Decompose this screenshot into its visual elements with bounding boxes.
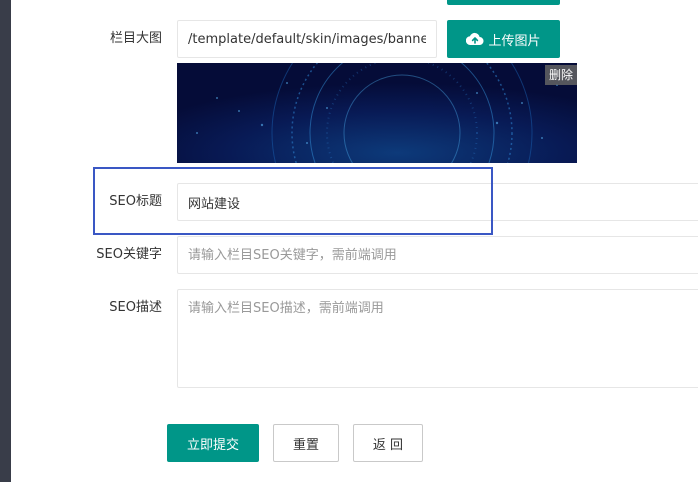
reset-button[interactable]: 重置 [273, 424, 339, 462]
upload-image-button[interactable]: 上传图片 [447, 20, 560, 58]
submit-button[interactable]: 立即提交 [167, 424, 259, 462]
admin-sidebar-edge [0, 0, 11, 482]
cloud-upload-icon [466, 32, 485, 46]
delete-image-button[interactable]: 删除 [545, 65, 577, 85]
seo-description-textarea[interactable] [177, 289, 698, 388]
seo-keywords-label: SEO关键字 [96, 247, 162, 262]
seo-description-label: SEO描述 [109, 300, 162, 315]
upload-button-label: 上传图片 [488, 33, 541, 49]
back-button[interactable]: 返 回 [353, 424, 423, 462]
banner-label: 栏目大图 [109, 31, 162, 46]
banner-preview-image [177, 63, 577, 163]
seo-title-input[interactable] [177, 183, 698, 221]
seo-keywords-input[interactable] [177, 236, 698, 274]
banner-path-input[interactable] [177, 20, 437, 58]
seo-title-label: SEO标题 [109, 194, 162, 209]
previous-upload-button-edge[interactable] [447, 0, 560, 5]
